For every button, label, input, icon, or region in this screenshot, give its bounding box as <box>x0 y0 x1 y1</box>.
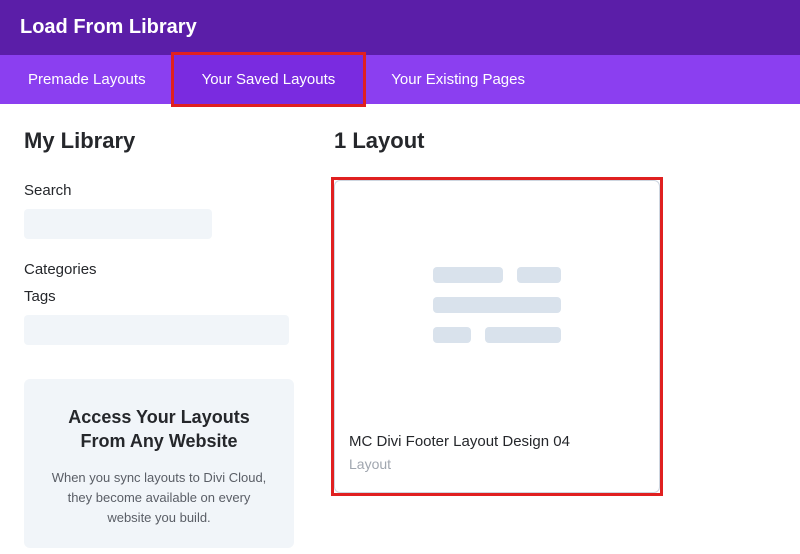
layout-card-title: MC Divi Footer Layout Design 04 <box>349 433 645 450</box>
tags-input[interactable] <box>24 315 289 345</box>
sidebar-title: My Library <box>24 128 294 154</box>
promo-card: Access Your Layouts From Any Website Whe… <box>24 379 294 548</box>
placeholder-bar <box>517 267 561 283</box>
card-wrapper: MC Divi Footer Layout Design 04 Layout <box>334 180 660 493</box>
placeholder-graphic <box>433 267 561 343</box>
search-label: Search <box>24 182 294 199</box>
placeholder-bar <box>485 327 561 343</box>
layout-card-subtitle: Layout <box>349 456 645 472</box>
tab-premade-layouts[interactable]: Premade Layouts <box>0 55 174 104</box>
layout-count: 1 Layout <box>334 128 776 154</box>
promo-body: When you sync layouts to Divi Cloud, the… <box>44 468 274 528</box>
sidebar: My Library Search Categories Tags Access… <box>24 128 294 548</box>
placeholder-bar <box>433 327 471 343</box>
tab-your-existing-pages[interactable]: Your Existing Pages <box>363 55 553 104</box>
search-input[interactable] <box>24 209 212 239</box>
tab-bar: Premade Layouts Your Saved Layouts Your … <box>0 55 800 104</box>
layout-thumbnail <box>349 195 645 415</box>
tab-label: Premade Layouts <box>28 71 146 88</box>
modal-header: Load From Library <box>0 0 800 55</box>
tab-your-saved-layouts[interactable]: Your Saved Layouts <box>174 55 364 104</box>
modal-title: Load From Library <box>20 16 780 39</box>
categories-label: Categories <box>24 261 294 278</box>
layout-card[interactable]: MC Divi Footer Layout Design 04 Layout <box>334 180 660 493</box>
tab-label: Your Existing Pages <box>391 71 525 88</box>
tags-label: Tags <box>24 288 294 305</box>
main-content: My Library Search Categories Tags Access… <box>0 104 800 548</box>
tab-label: Your Saved Layouts <box>202 71 336 88</box>
placeholder-bar <box>433 267 503 283</box>
content-area: 1 Layout <box>334 128 776 548</box>
placeholder-bar <box>433 297 561 313</box>
promo-heading: Access Your Layouts From Any Website <box>44 405 274 454</box>
